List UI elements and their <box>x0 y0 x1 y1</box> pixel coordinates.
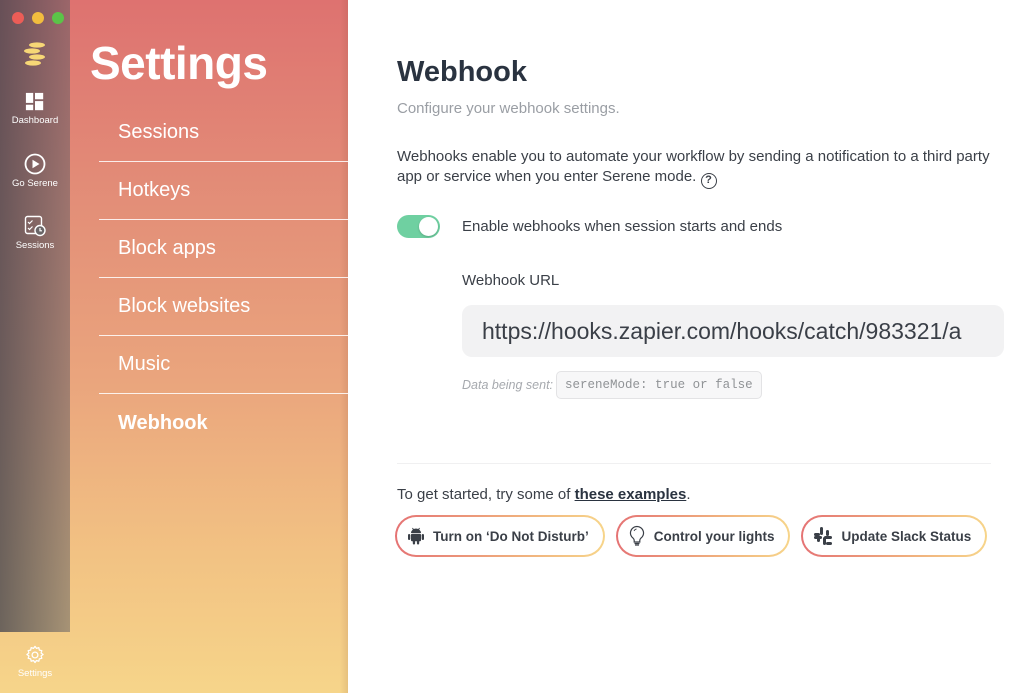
slack-icon <box>814 527 833 545</box>
page-title: Webhook <box>397 56 527 88</box>
settings-title: Settings <box>90 37 268 89</box>
example-control-lights-button[interactable]: Control your lights <box>615 515 791 557</box>
rail-item-label: Go Serene <box>12 178 58 189</box>
webhook-settings-panel: Webhook Configure your webhook settings.… <box>348 0 1024 693</box>
rail-item-label: Dashboard <box>11 115 59 126</box>
examples-prefix: To get started, try some of <box>397 486 575 503</box>
section-divider <box>397 463 991 464</box>
sessions-calendar-icon <box>24 215 46 237</box>
example-slack-status-button[interactable]: Update Slack Status <box>801 515 988 557</box>
toggle-knob <box>419 217 438 236</box>
menu-item-sessions[interactable]: Sessions <box>99 104 348 162</box>
rail-item-go-serene[interactable]: Go Serene <box>0 153 70 189</box>
examples-suffix: . <box>686 486 691 503</box>
data-being-sent: Data being sent: sereneMode: true or fal… <box>462 371 762 399</box>
lightbulb-icon <box>629 525 644 546</box>
android-icon <box>408 527 424 545</box>
chip-label: Control your lights <box>653 528 775 544</box>
data-sent-label: Data being sent: <box>462 378 554 392</box>
chip-label: Update Slack Status <box>841 528 972 544</box>
dashboard-icon <box>25 92 44 111</box>
settings-menu: Sessions Hotkeys Block apps Block websit… <box>99 104 348 452</box>
enable-webhooks-toggle[interactable] <box>397 215 440 238</box>
rail-item-sessions[interactable]: Sessions <box>0 215 70 251</box>
data-sent-code: sereneMode: true or false <box>556 371 762 399</box>
rail-item-dashboard[interactable]: Dashboard <box>0 92 70 126</box>
rail-item-label: Sessions <box>15 240 55 251</box>
gear-icon <box>26 645 44 664</box>
menu-item-block-apps[interactable]: Block apps <box>99 220 348 278</box>
enable-webhooks-label: Enable webhooks when session starts and … <box>462 218 783 235</box>
webhook-description: Webhooks enable you to automate your wor… <box>397 147 997 189</box>
maximize-window-button[interactable] <box>52 12 64 24</box>
description-text: Webhooks enable you to automate your wor… <box>397 148 990 185</box>
examples-intro: To get started, try some of these exampl… <box>397 486 690 503</box>
these-examples-link[interactable]: these examples <box>575 486 687 503</box>
example-chips: Turn on ‘Do Not Disturb’ Control your li… <box>395 515 988 557</box>
page-subtitle: Configure your webhook settings. <box>397 100 620 117</box>
window-controls <box>12 12 64 24</box>
close-window-button[interactable] <box>12 12 24 24</box>
rail-item-settings[interactable]: Settings <box>0 645 70 679</box>
serene-logo-icon <box>24 42 45 66</box>
webhook-url-label: Webhook URL <box>462 272 560 289</box>
minimize-window-button[interactable] <box>32 12 44 24</box>
menu-item-block-websites[interactable]: Block websites <box>99 278 348 336</box>
menu-item-webhook[interactable]: Webhook <box>99 394 348 452</box>
chip-label: Turn on ‘Do Not Disturb’ <box>433 528 589 544</box>
example-do-not-disturb-button[interactable]: Turn on ‘Do Not Disturb’ <box>395 515 605 557</box>
rail-item-label: Settings <box>17 668 53 679</box>
webhook-url-input[interactable]: https://hooks.zapier.com/hooks/catch/983… <box>462 305 1004 357</box>
menu-item-hotkeys[interactable]: Hotkeys <box>99 162 348 220</box>
menu-item-music[interactable]: Music <box>99 336 348 394</box>
help-icon[interactable]: ? <box>700 173 717 189</box>
play-circle-icon <box>24 153 46 175</box>
